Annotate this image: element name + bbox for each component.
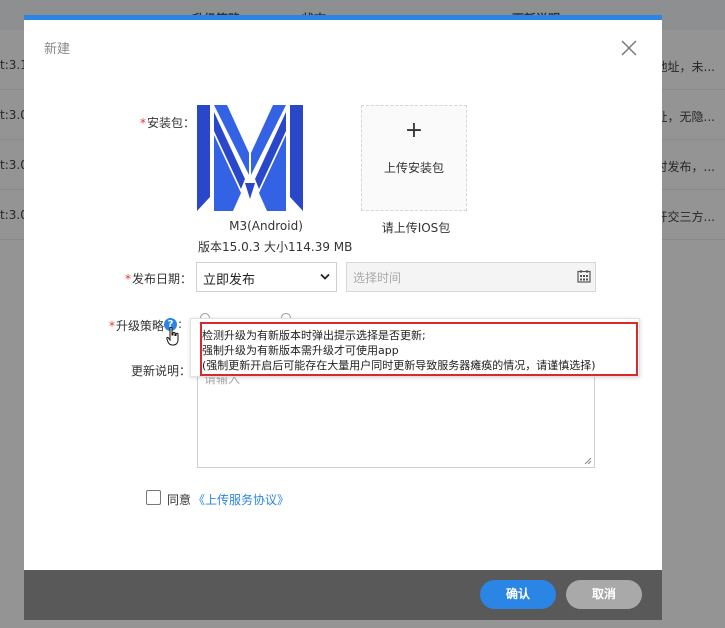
publish-mode-select[interactable]: 立即发布 <box>196 262 337 292</box>
dialog-title: 新建 <box>44 42 71 57</box>
hand-cursor-icon <box>166 326 179 346</box>
upgrade-strategy-label: *升级策略 <box>109 319 165 333</box>
new-release-dialog: 新建 *安装包： + 上传安装包 M3(Android) 版本15.0.3 大小… <box>24 15 662 620</box>
cancel-button[interactable]: 取消 <box>566 580 642 609</box>
package-label: *安装包： <box>140 116 196 130</box>
calendar-icon[interactable] <box>577 269 591 283</box>
chevron-down-icon <box>320 273 330 280</box>
android-app-name: M3(Android) <box>229 219 303 233</box>
m3-app-logo <box>197 105 303 211</box>
publish-mode-value: 立即发布 <box>203 273 256 288</box>
upgrade-strategy-tooltip: 检测升级为有新版本时弹出提示选择是否更新; 强制升级为有新版本需升级才可使用ap… <box>190 318 640 377</box>
update-notes-label: 更新说明： <box>131 364 192 378</box>
upload-ios-package-button[interactable]: + 上传安装包 <box>361 105 467 211</box>
resize-grip-icon[interactable] <box>584 457 592 465</box>
upload-package-label: 上传安装包 <box>383 161 444 175</box>
confirm-button[interactable]: 确认 <box>480 580 556 609</box>
ios-package-hint: 请上传IOS包 <box>381 221 451 235</box>
service-agreement-link[interactable]: 《上传服务协议》 <box>193 491 289 508</box>
agree-label: 同意 <box>167 493 192 507</box>
tooltip-line-warning: (强制更新开启后可能存在大量用户同时更新导致服务器瘫痪的情况，请谨慎选择) <box>202 359 596 372</box>
plus-icon: + <box>404 118 424 143</box>
close-icon[interactable] <box>620 39 638 57</box>
tooltip-line-detect: 检测升级为有新版本时弹出提示选择是否更新; <box>202 329 426 342</box>
android-app-version-size: 版本15.0.3 大小114.39 MB <box>198 240 353 254</box>
publish-time-input[interactable]: 选择时间 <box>346 262 596 292</box>
publish-time-placeholder: 选择时间 <box>353 271 402 285</box>
dialog-accent-bar <box>24 15 662 20</box>
update-notes-textarea[interactable]: 请输入 <box>197 363 595 468</box>
tooltip-line-force: 强制升级为有新版本需升级才可使用app <box>202 344 399 357</box>
agree-checkbox[interactable] <box>146 490 161 505</box>
tooltip-highlight-frame: 检测升级为有新版本时弹出提示选择是否更新; 强制升级为有新版本需升级才可使用ap… <box>200 322 638 376</box>
publish-date-label: *发布日期： <box>125 272 193 286</box>
